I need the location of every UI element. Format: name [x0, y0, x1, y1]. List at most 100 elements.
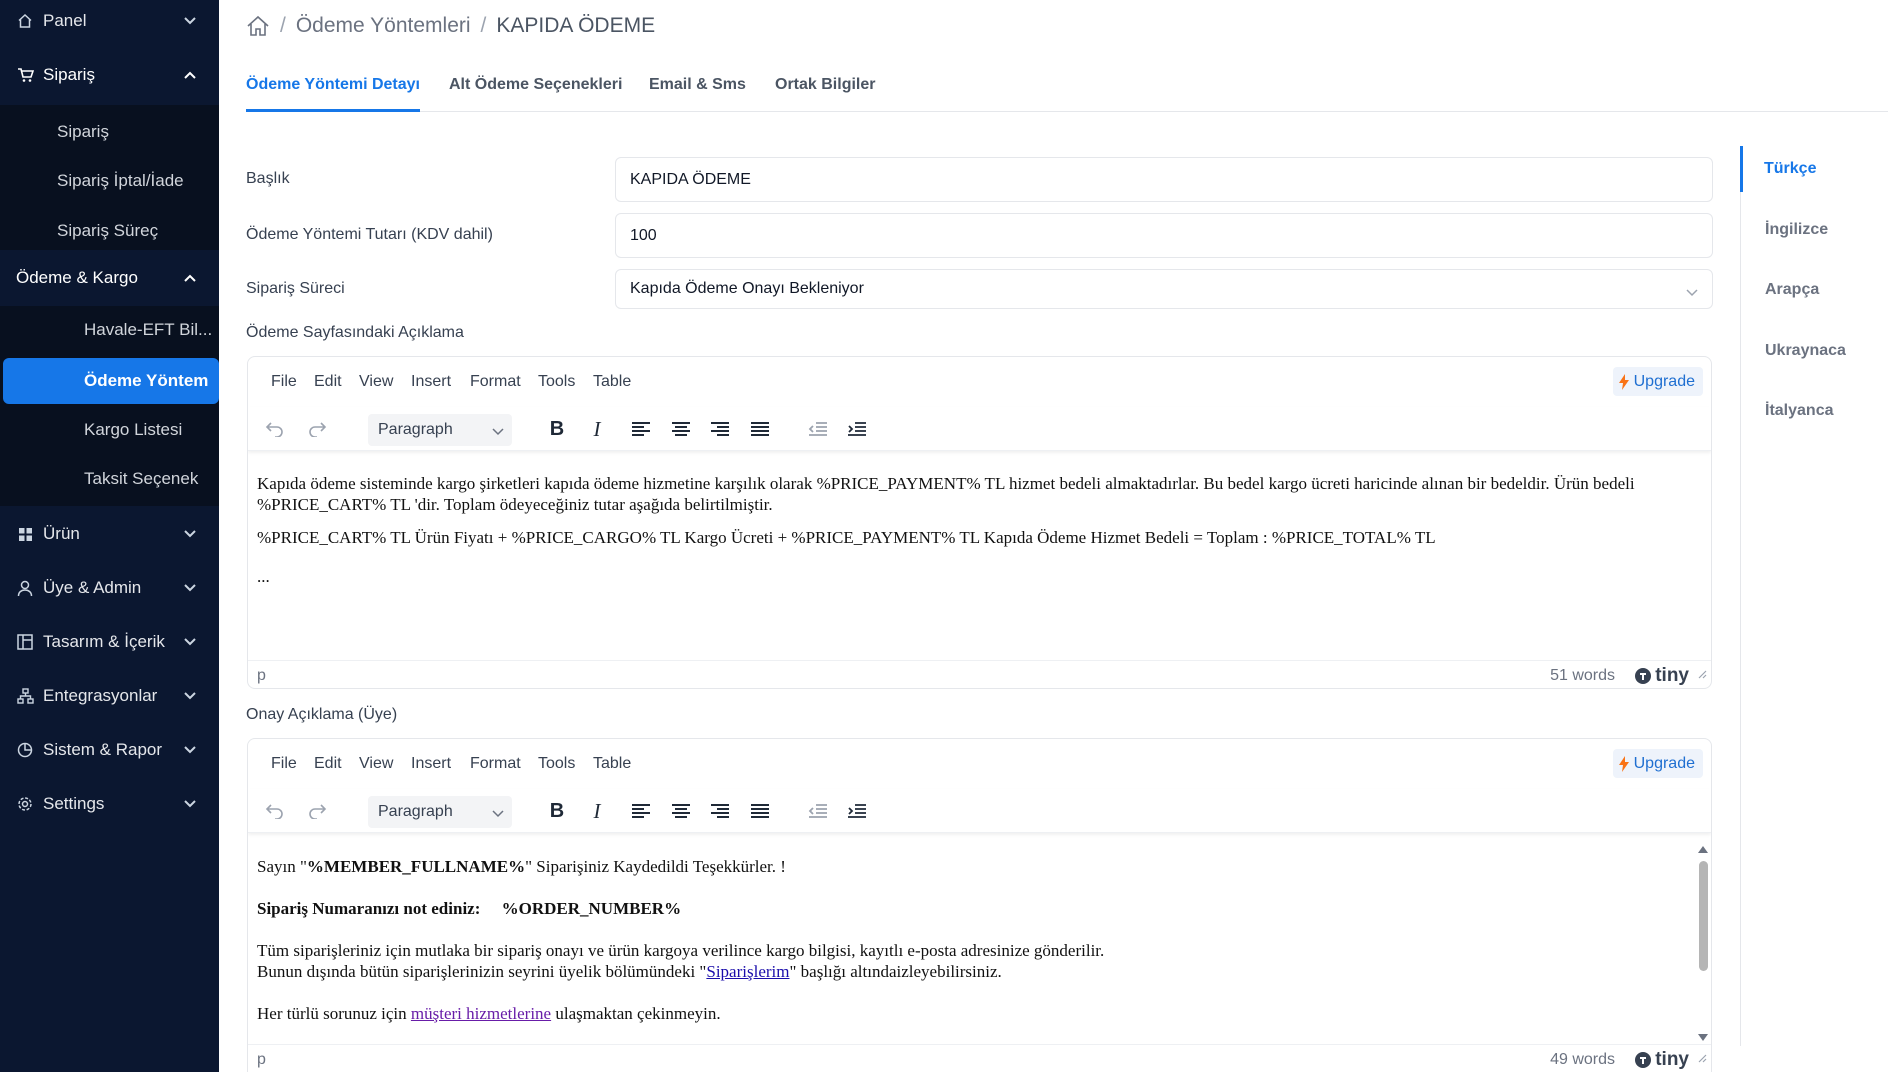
sidebar-item-siparis[interactable]: Sipariş: [0, 109, 219, 155]
siparislerim-link[interactable]: Siparişlerim: [706, 962, 789, 981]
italic-icon[interactable]: I: [582, 414, 612, 444]
menu-insert[interactable]: Insert: [411, 755, 451, 773]
align-left-icon[interactable]: [626, 796, 656, 826]
nav-tasarim[interactable]: Tasarım & İçerik: [0, 618, 219, 666]
sidebar-item-taksit[interactable]: Taksit Seçenek: [0, 456, 219, 502]
sidebar-item-label: Sipariş İptal/İade: [57, 171, 184, 190]
lang-ukraynaca[interactable]: Ukraynaca: [1741, 328, 1888, 374]
lang-turkce[interactable]: Türkçe: [1740, 146, 1888, 192]
tutar-input[interactable]: 100: [615, 213, 1713, 258]
lang-italyanca[interactable]: İtalyanca: [1741, 388, 1888, 434]
indent-icon[interactable]: [842, 796, 872, 826]
align-justify-icon[interactable]: [745, 414, 775, 444]
undo-icon[interactable]: [260, 796, 290, 826]
menu-format[interactable]: Format: [470, 755, 521, 773]
menu-insert[interactable]: Insert: [411, 373, 451, 391]
editor-content[interactable]: Kapıda ödeme sisteminde kargo şirketleri…: [257, 473, 1681, 599]
menu-table[interactable]: Table: [593, 373, 631, 391]
scroll-thumb[interactable]: [1699, 861, 1708, 971]
menu-format[interactable]: Format: [470, 373, 521, 391]
block-format-value: Paragraph: [378, 421, 453, 438]
align-center-icon[interactable]: [666, 796, 696, 826]
scroll-up-icon[interactable]: [1698, 845, 1708, 853]
element-path[interactable]: p: [257, 667, 266, 685]
editor-scrollbar[interactable]: [1695, 843, 1711, 1044]
align-right-icon[interactable]: [705, 414, 735, 444]
sidebar-item-label: Taksit Seçenek: [84, 469, 199, 488]
lang-ingilizce[interactable]: İngilizce: [1741, 207, 1888, 253]
sidebar-item-odeme-yontem[interactable]: Ödeme Yöntem: [3, 358, 219, 404]
menu-edit[interactable]: Edit: [314, 373, 342, 391]
surec-select[interactable]: Kapıda Ödeme Onayı Bekleniyor: [615, 269, 1713, 309]
text-run: Bunun dışında bütün siparişlerinizin sey…: [257, 962, 707, 981]
menu-file[interactable]: File: [271, 373, 297, 391]
word-count[interactable]: 49 words: [1550, 1051, 1615, 1069]
editor-content[interactable]: Sayın "%MEMBER_FULLNAME%" Siparişiniz Ka…: [257, 856, 1681, 1036]
redo-icon[interactable]: [302, 414, 332, 444]
upgrade-button[interactable]: Upgrade: [1612, 749, 1703, 778]
baslik-input[interactable]: KAPIDA ÖDEME: [615, 157, 1713, 202]
undo-icon[interactable]: [260, 414, 290, 444]
nav-panel[interactable]: Panel: [0, 0, 219, 45]
sidebar-item-havale[interactable]: Havale-EFT Bil...: [0, 307, 219, 353]
tab-odeme-yontemi-detayi[interactable]: Ödeme Yöntemi Detayı: [246, 76, 420, 112]
nav-settings[interactable]: Settings: [0, 780, 219, 828]
resize-handle-icon[interactable]: [1697, 1050, 1707, 1068]
chevron-down-icon: [183, 689, 197, 703]
bold-icon[interactable]: B: [542, 796, 572, 826]
align-left-icon[interactable]: [626, 414, 656, 444]
nav-entegrasyon[interactable]: Entegrasyonlar: [0, 672, 219, 720]
tiny-logo[interactable]: tiny: [1634, 665, 1689, 687]
menu-file[interactable]: File: [271, 755, 297, 773]
menu-tools[interactable]: Tools: [538, 373, 575, 391]
home-icon[interactable]: [246, 15, 270, 37]
tab-alt-odeme-secenekleri[interactable]: Alt Ödeme Seçenekleri: [449, 76, 622, 112]
surec-select-value: Kapıda Ödeme Onayı Bekleniyor: [630, 280, 864, 297]
upgrade-button[interactable]: Upgrade: [1612, 367, 1703, 396]
align-justify-icon[interactable]: [745, 796, 775, 826]
menu-view[interactable]: View: [359, 755, 393, 773]
lang-arapca[interactable]: Arapça: [1741, 267, 1888, 313]
odeme-submenu: Havale-EFT Bil... Ödeme Yöntem Kargo Lis…: [0, 306, 219, 506]
nav-odeme-kargo[interactable]: Ödeme & Kargo: [0, 254, 219, 302]
chevron-up-icon: [183, 271, 197, 285]
tab-ortak-bilgiler[interactable]: Ortak Bilgiler: [775, 76, 875, 112]
sidebar-item-siparis-surec[interactable]: Sipariş Süreç: [0, 208, 219, 254]
musteri-hizmetleri-link[interactable]: müşteri hizmetlerine: [411, 1004, 551, 1023]
element-path[interactable]: p: [257, 1051, 266, 1069]
tab-email-sms[interactable]: Email & Sms: [649, 76, 746, 112]
sidebar-item-siparis-iptal[interactable]: Sipariş İptal/İade: [0, 158, 219, 204]
sidebar-item-label: Sipariş: [57, 122, 109, 141]
nav-sistem[interactable]: Sistem & Rapor: [0, 726, 219, 774]
outdent-icon[interactable]: [803, 796, 833, 826]
sidebar-item-label: Havale-EFT Bil...: [84, 320, 213, 339]
bold-icon[interactable]: B: [542, 414, 572, 444]
menu-edit[interactable]: Edit: [314, 755, 342, 773]
breadcrumb-parent[interactable]: Ödeme Yöntemleri: [296, 14, 471, 38]
redo-icon[interactable]: [302, 796, 332, 826]
block-format-select[interactable]: Paragraph: [368, 796, 512, 828]
aciklama-label: Ödeme Sayfasındaki Açıklama: [246, 324, 464, 341]
resize-handle-icon[interactable]: [1697, 666, 1707, 684]
nav-uye-admin[interactable]: Üye & Admin: [0, 564, 219, 612]
gear-icon: [16, 795, 34, 813]
menu-view[interactable]: View: [359, 373, 393, 391]
outdent-icon[interactable]: [803, 414, 833, 444]
tiny-logo[interactable]: tiny: [1634, 1049, 1689, 1071]
sidebar-item-kargo-listesi[interactable]: Kargo Listesi: [0, 407, 219, 453]
italic-icon[interactable]: I: [582, 796, 612, 826]
nav-urun[interactable]: Ürün: [0, 510, 219, 558]
indent-icon[interactable]: [842, 414, 872, 444]
word-count[interactable]: 51 words: [1550, 667, 1615, 685]
chevron-down-icon: [183, 635, 197, 649]
align-right-icon[interactable]: [705, 796, 735, 826]
nav-sistem-label: Sistem & Rapor: [43, 740, 163, 759]
cart-icon: [16, 66, 34, 84]
menu-tools[interactable]: Tools: [538, 755, 575, 773]
nav-siparis[interactable]: Sipariş: [0, 51, 219, 99]
block-format-select[interactable]: Paragraph: [368, 414, 512, 446]
editor-statusbar: p 51 words tiny: [248, 660, 1711, 688]
scroll-down-icon[interactable]: [1698, 1034, 1708, 1042]
align-center-icon[interactable]: [666, 414, 696, 444]
menu-table[interactable]: Table: [593, 755, 631, 773]
